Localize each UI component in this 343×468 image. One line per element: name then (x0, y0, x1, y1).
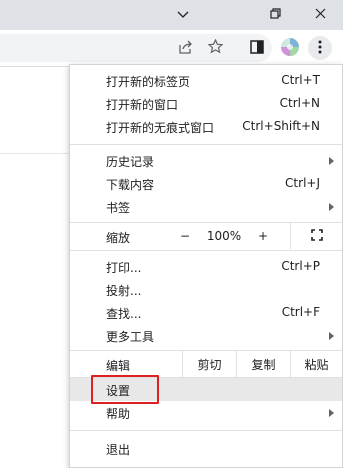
menu-item-label: 打开新的标签页 (106, 75, 191, 89)
menu-item-label: 退出 (106, 443, 131, 457)
side-panel-icon (250, 39, 264, 57)
zoom-row: 缩放 − 100% + (70, 223, 342, 249)
menu-item-label: 投射... (106, 284, 142, 298)
kebab-menu-icon (318, 40, 322, 57)
avatar-icon (280, 37, 300, 60)
zoom-out-button[interactable]: − (170, 223, 200, 249)
menu-item-label: 打开新的窗口 (106, 98, 179, 112)
chrome-main-menu: 打开新的标签页 Ctrl+T 打开新的窗口 Ctrl+N 打开新的无痕式窗口 C… (69, 64, 343, 468)
copy-label: 复制 (251, 357, 276, 372)
minimize-button[interactable] (160, 0, 206, 30)
edit-label: 编辑 (106, 359, 131, 373)
menu-item-history[interactable]: 历史记录 (70, 149, 342, 172)
menu-item-help[interactable]: 帮助 (70, 401, 342, 424)
title-bar (0, 0, 343, 30)
menu-item-shortcut: Ctrl+Shift+N (242, 119, 320, 133)
menu-item-shortcut: Ctrl+J (285, 176, 320, 190)
paste-label: 粘贴 (304, 357, 329, 372)
address-bar[interactable] (0, 34, 272, 62)
menu-item-find[interactable]: 查找... Ctrl+F (70, 301, 342, 324)
fullscreen-icon (310, 228, 323, 244)
menu-item-shortcut: Ctrl+P (281, 259, 320, 273)
zoom-level-value: 100% (200, 223, 248, 249)
zoom-label: 缩放 (106, 231, 131, 245)
menu-item-label: 更多工具 (106, 330, 155, 344)
menu-item-print[interactable]: 打印... Ctrl+P (70, 255, 342, 278)
paste-button[interactable]: 粘贴 (290, 351, 342, 377)
menu-item-label: 打印... (106, 261, 142, 275)
menu-item-new-incognito-window[interactable]: 打开新的无痕式窗口 Ctrl+Shift+N (70, 115, 342, 138)
menu-separator (70, 430, 342, 431)
menu-separator (70, 250, 342, 251)
copy-button[interactable]: 复制 (236, 351, 290, 377)
chrome-menu-button[interactable] (308, 36, 332, 60)
menu-item-new-window[interactable]: 打开新的窗口 Ctrl+N (70, 92, 342, 115)
zoom-in-button[interactable]: + (248, 223, 278, 249)
restore-button[interactable] (252, 0, 298, 30)
menu-item-shortcut: Ctrl+N (279, 96, 320, 110)
cut-button[interactable]: 剪切 (182, 351, 236, 377)
menu-item-label: 帮助 (106, 407, 131, 421)
menu-item-label: 历史记录 (106, 155, 155, 169)
submenu-arrow-icon (329, 332, 334, 340)
page-content-strip (0, 67, 70, 154)
fullscreen-button[interactable] (290, 223, 342, 249)
chevron-down-icon (177, 8, 189, 22)
menu-item-new-tab[interactable]: 打开新的标签页 Ctrl+T (70, 69, 342, 92)
menu-item-shortcut: Ctrl+T (281, 73, 320, 87)
menu-item-label: 下载内容 (106, 178, 155, 192)
zoom-plus-glyph: + (257, 229, 269, 243)
submenu-arrow-icon (329, 203, 334, 211)
zoom-minus-glyph: − (179, 229, 191, 243)
submenu-arrow-icon (329, 409, 334, 417)
menu-item-bookmarks[interactable]: 书签 (70, 195, 342, 218)
menu-item-label: 书签 (106, 201, 131, 215)
close-icon (315, 8, 326, 22)
menu-separator (70, 144, 342, 145)
menu-item-more-tools[interactable]: 更多工具 (70, 324, 342, 347)
edit-row: 编辑 剪切 复制 粘贴 (70, 351, 342, 377)
close-window-button[interactable] (297, 0, 343, 30)
side-panel-button[interactable] (245, 36, 269, 60)
menu-item-shortcut: Ctrl+F (281, 305, 320, 319)
menu-item-exit[interactable]: 退出 (70, 437, 342, 460)
share-icon (178, 40, 194, 57)
bookmark-star-button[interactable] (203, 36, 227, 60)
zoom-value-text: 100% (206, 229, 242, 243)
menu-item-label: 查找... (106, 307, 142, 321)
cut-label: 剪切 (197, 357, 222, 372)
share-button[interactable] (174, 36, 198, 60)
restore-icon (269, 8, 281, 22)
menu-item-cast[interactable]: 投射... (70, 278, 342, 301)
menu-item-label: 打开新的无痕式窗口 (106, 121, 215, 135)
settings-highlight-box (91, 375, 159, 404)
star-icon (207, 38, 223, 57)
menu-item-downloads[interactable]: 下载内容 Ctrl+J (70, 172, 342, 195)
profile-button[interactable] (278, 36, 302, 60)
browser-toolbar (0, 30, 343, 67)
submenu-arrow-icon (329, 157, 334, 165)
